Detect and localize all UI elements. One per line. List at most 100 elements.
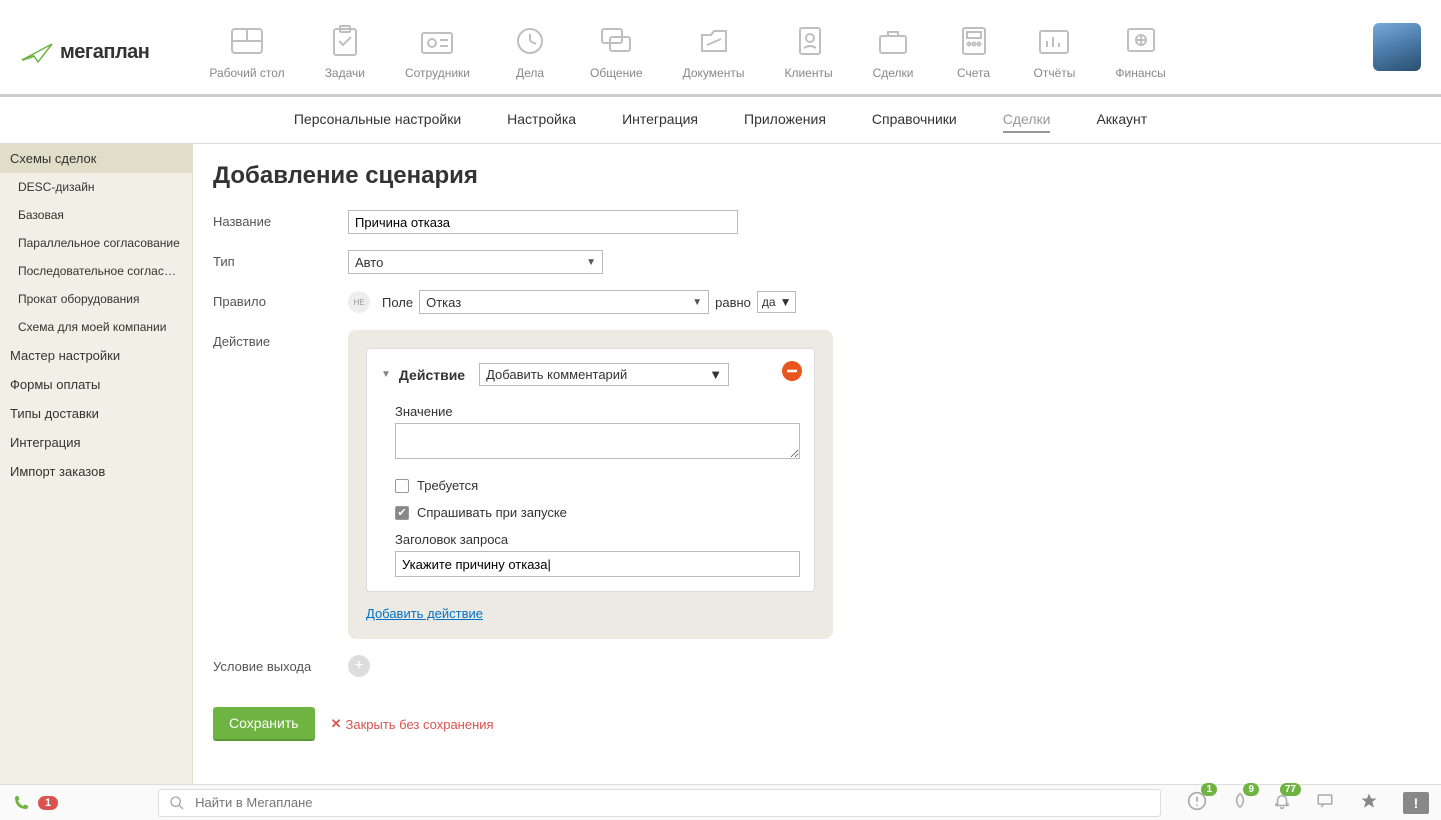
nav-items: Рабочий стол Задачи Сотрудники Дела Обще…: [209, 24, 1373, 80]
close-link-label: Закрыть без сохранения: [345, 717, 493, 732]
subnav-settings[interactable]: Настройка: [507, 111, 576, 133]
label-rule: Правило: [213, 290, 348, 309]
status-icons: 1 9 77 !: [1187, 791, 1429, 814]
type-select[interactable]: Авто ▼: [348, 250, 603, 274]
save-button[interactable]: Сохранить: [213, 707, 315, 741]
action-header: ▼ Действие Добавить комментарий ▼: [381, 363, 800, 386]
nav-label: Документы: [683, 66, 745, 80]
message-icon[interactable]: [1315, 792, 1335, 813]
sidebar-wizard[interactable]: Мастер настройки: [0, 341, 192, 370]
collapse-triangle-icon[interactable]: ▼: [381, 369, 391, 380]
nav-label: Дела: [516, 66, 544, 80]
nav-label: Сделки: [873, 66, 914, 80]
remove-action-button[interactable]: [782, 361, 802, 381]
logo-text: мегаплан: [60, 41, 149, 64]
desktop-icon: [230, 27, 264, 55]
required-checkbox[interactable]: [395, 479, 409, 493]
sidebar-sub-parallel[interactable]: Параллельное согласование: [0, 229, 192, 257]
people-icon: [420, 27, 454, 55]
subnav-deals[interactable]: Сделки: [1003, 111, 1051, 133]
ask-label: Спрашивать при запуске: [417, 505, 567, 520]
type-select-value: Авто: [355, 255, 383, 270]
nav-label: Рабочий стол: [209, 66, 284, 80]
nav-reports[interactable]: Отчёты: [1034, 24, 1076, 80]
close-without-save-link[interactable]: ✕ Закрыть без сохранения: [331, 716, 494, 732]
subnav-personal[interactable]: Персональные настройки: [294, 111, 461, 133]
action-container: ▼ Действие Добавить комментарий ▼ Значен…: [348, 330, 833, 639]
briefcase-icon: [877, 27, 909, 55]
nav-tasks[interactable]: Задачи: [325, 24, 365, 80]
nav-comm[interactable]: Общение: [590, 24, 643, 80]
sidebar-sub-rent[interactable]: Прокат оборудования: [0, 285, 192, 313]
ask-checkbox-row[interactable]: ✔ Спрашивать при запуске: [395, 505, 800, 520]
safe-icon: [1125, 26, 1157, 56]
nav-docs[interactable]: Документы: [683, 24, 745, 80]
sidebar-sub-company[interactable]: Схема для моей компании: [0, 313, 192, 341]
value-label: Значение: [395, 404, 800, 419]
sidebar-sub-base[interactable]: Базовая: [0, 201, 192, 229]
nav-label: Финансы: [1115, 66, 1165, 80]
add-exit-condition-button[interactable]: +: [348, 655, 370, 677]
phone-icon: [12, 794, 30, 812]
nav-clients[interactable]: Клиенты: [784, 24, 832, 80]
label-action: Действие: [213, 330, 348, 349]
sidebar-sub-desc[interactable]: DESC-дизайн: [0, 173, 192, 201]
nav-desktop[interactable]: Рабочий стол: [209, 24, 284, 80]
rule-value-select[interactable]: да ▼: [757, 291, 797, 313]
nav-label: Отчёты: [1034, 66, 1076, 80]
rule-not-toggle[interactable]: НЕ: [348, 291, 370, 313]
subnav-account[interactable]: Аккаунт: [1096, 111, 1147, 133]
ask-checkbox[interactable]: ✔: [395, 506, 409, 520]
nav-label: Клиенты: [784, 66, 832, 80]
top-nav: мегаплан Рабочий стол Задачи Сотрудники …: [0, 0, 1441, 97]
sidebar-payment[interactable]: Формы оплаты: [0, 370, 192, 399]
nav-accounts[interactable]: Счета: [954, 24, 994, 80]
request-title-input[interactable]: [395, 551, 800, 577]
phone-count-badge: 1: [38, 796, 58, 810]
caret-down-icon: ▼: [780, 295, 792, 309]
bottom-bar: 1 1 9 77 !: [0, 784, 1441, 820]
nav-affairs[interactable]: Дела: [510, 24, 550, 80]
sidebar: Схемы сделок DESC-дизайн Базовая Паралле…: [0, 144, 193, 784]
value-textarea[interactable]: [395, 423, 800, 459]
rule-value: да: [762, 295, 776, 309]
sidebar-integration[interactable]: Интеграция: [0, 428, 192, 457]
global-search[interactable]: [158, 789, 1161, 817]
name-input[interactable]: [348, 210, 738, 234]
fire-icon[interactable]: 9: [1231, 791, 1249, 814]
nav-people[interactable]: Сотрудники: [405, 24, 470, 80]
feedback-icon[interactable]: !: [1403, 792, 1429, 814]
add-action-link[interactable]: Добавить действие: [366, 606, 483, 621]
rule-op-label: равно: [715, 295, 751, 310]
label-type: Тип: [213, 250, 348, 269]
rule-field-select[interactable]: Отказ ▼: [419, 290, 709, 314]
request-title-label: Заголовок запроса: [395, 532, 800, 547]
main-content: Добавление сценария Название Тип Авто ▼ …: [193, 144, 1441, 784]
exclaim-icon: !: [1414, 795, 1419, 811]
subnav-refs[interactable]: Справочники: [872, 111, 957, 133]
bell-icon[interactable]: 77: [1273, 791, 1291, 814]
contacts-icon: [796, 26, 822, 56]
sidebar-group-deals[interactable]: Схемы сделок: [0, 144, 192, 173]
subnav-integration[interactable]: Интеграция: [622, 111, 698, 133]
sidebar-import[interactable]: Импорт заказов: [0, 457, 192, 486]
label-name: Название: [213, 210, 348, 229]
nav-deals[interactable]: Сделки: [873, 24, 914, 80]
sidebar-sub-seq[interactable]: Последовательное согласов...: [0, 257, 192, 285]
star-icon[interactable]: [1359, 791, 1379, 814]
sub-nav: Персональные настройки Настройка Интегра…: [0, 97, 1441, 144]
action-type-select[interactable]: Добавить комментарий ▼: [479, 363, 729, 386]
clock-badge: 1: [1201, 783, 1217, 796]
avatar[interactable]: [1373, 23, 1421, 71]
label-exit: Условие выхода: [213, 655, 348, 674]
sidebar-delivery[interactable]: Типы доставки: [0, 399, 192, 428]
close-x-icon: ✕: [331, 716, 342, 732]
required-checkbox-row[interactable]: Требуется: [395, 478, 800, 493]
caret-down-icon: ▼: [709, 367, 722, 382]
subnav-apps[interactable]: Приложения: [744, 111, 826, 133]
folder-icon: [699, 27, 729, 55]
alert-clock-icon[interactable]: 1: [1187, 791, 1207, 814]
nav-finance[interactable]: Финансы: [1115, 24, 1165, 80]
logo[interactable]: мегаплан: [20, 40, 149, 64]
phone-indicator[interactable]: 1: [12, 794, 58, 812]
